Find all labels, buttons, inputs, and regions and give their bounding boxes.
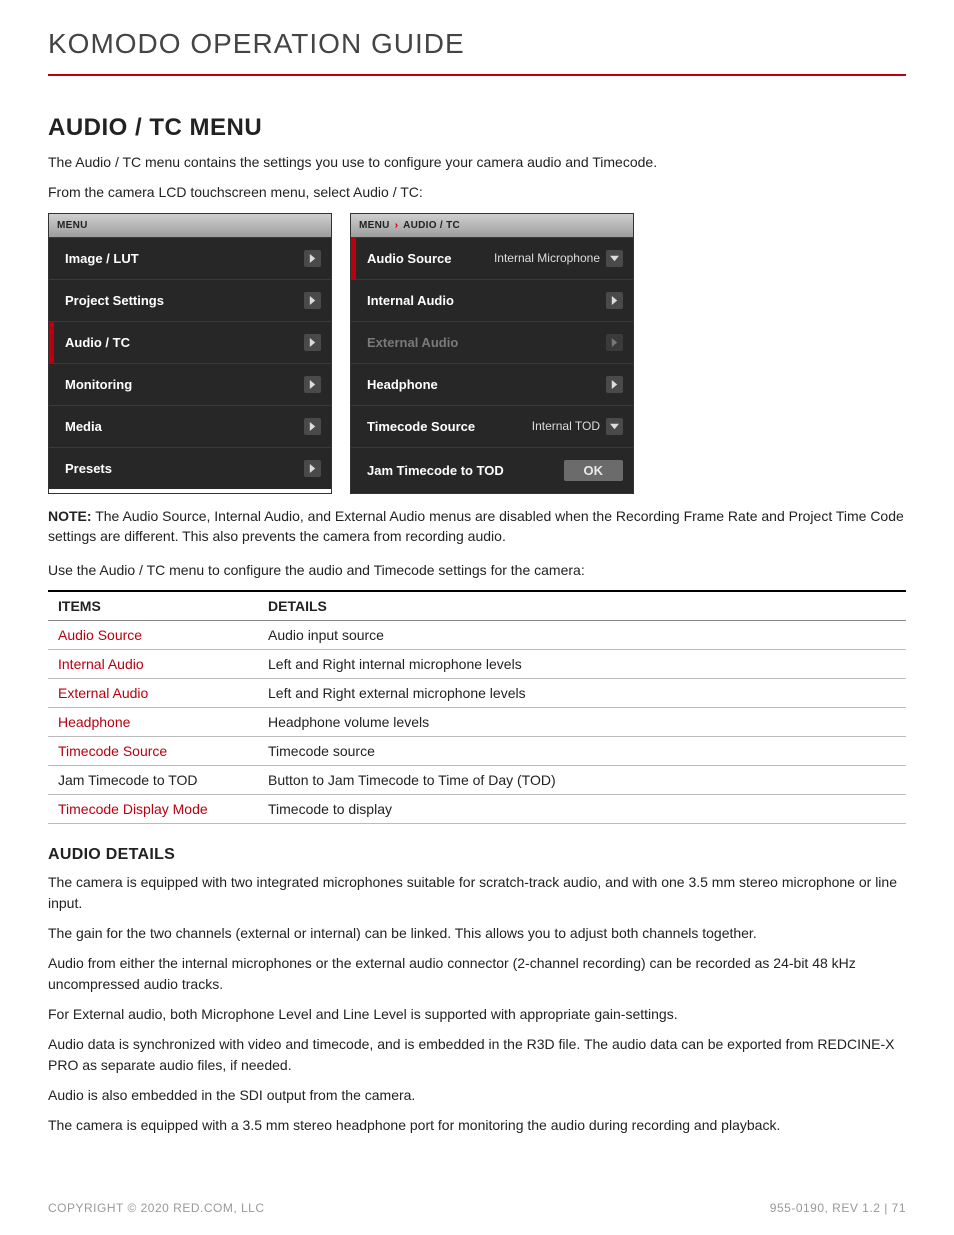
menu-item-timecode-source[interactable]: Timecode Source Internal TOD <box>351 405 633 447</box>
use-text: Use the Audio / TC menu to configure the… <box>48 560 906 580</box>
chevron-right-icon <box>304 460 321 477</box>
table-detail: Button to Jam Timecode to Time of Day (T… <box>258 766 906 795</box>
table-item-link[interactable]: Internal Audio <box>48 650 258 679</box>
chevron-right-icon <box>606 334 623 351</box>
menu-panel-main: MENU Image / LUT Project Settings Audio … <box>48 213 332 494</box>
menu-item-label: Audio Source <box>367 251 494 266</box>
menu-item-external-audio: External Audio <box>351 321 633 363</box>
table-row: Audio SourceAudio input source <box>48 621 906 650</box>
menu-item-value: Internal TOD <box>532 419 600 433</box>
table-row: HeadphoneHeadphone volume levels <box>48 708 906 737</box>
breadcrumb-leaf: AUDIO / TC <box>403 220 460 231</box>
header-rule <box>48 74 906 76</box>
table-item-link[interactable]: Audio Source <box>48 621 258 650</box>
table-item-link[interactable]: Headphone <box>48 708 258 737</box>
menu-item-label: Audio / TC <box>65 335 304 350</box>
footer-copyright: COPYRIGHT © 2020 RED.COM, LLC <box>48 1201 265 1215</box>
chevron-right-icon <box>304 292 321 309</box>
menu-screenshots-row: MENU Image / LUT Project Settings Audio … <box>48 213 906 494</box>
table-detail: Left and Right internal microphone level… <box>258 650 906 679</box>
ok-button[interactable]: OK <box>564 460 624 481</box>
table-detail: Timecode to display <box>258 795 906 824</box>
menu-item-audio-source[interactable]: Audio Source Internal Microphone <box>351 237 633 279</box>
breadcrumb: MENU › AUDIO / TC <box>351 214 633 237</box>
menu-item-label: Media <box>65 419 304 434</box>
table-item-link[interactable]: Timecode Display Mode <box>48 795 258 824</box>
table-item-link[interactable]: External Audio <box>48 679 258 708</box>
audio-details-p5: Audio data is synchronized with video an… <box>48 1034 906 1075</box>
breadcrumb-separator-icon: › <box>395 220 399 231</box>
menu-item-label: Jam Timecode to TOD <box>367 463 564 478</box>
menu-item-image-lut[interactable]: Image / LUT <box>49 237 331 279</box>
table-detail: Audio input source <box>258 621 906 650</box>
audio-details-p3: Audio from either the internal microphon… <box>48 953 906 994</box>
table-item: Jam Timecode to TOD <box>48 766 258 795</box>
note-text: NOTE: The Audio Source, Internal Audio, … <box>48 506 906 547</box>
chevron-down-icon <box>606 418 623 435</box>
intro-text-1: The Audio / TC menu contains the setting… <box>48 152 906 172</box>
menu-item-internal-audio[interactable]: Internal Audio <box>351 279 633 321</box>
note-prefix: NOTE: <box>48 508 92 524</box>
menu-header-main: MENU <box>49 214 331 237</box>
menu-item-project-settings[interactable]: Project Settings <box>49 279 331 321</box>
table-detail: Timecode source <box>258 737 906 766</box>
chevron-right-icon <box>606 376 623 393</box>
section-heading: AUDIO / TC MENU <box>48 114 906 142</box>
note-body: The Audio Source, Internal Audio, and Ex… <box>48 508 904 544</box>
table-row: Internal AudioLeft and Right internal mi… <box>48 650 906 679</box>
audio-details-heading: AUDIO DETAILS <box>48 846 906 864</box>
menu-item-label: Monitoring <box>65 377 304 392</box>
table-row: External AudioLeft and Right external mi… <box>48 679 906 708</box>
chevron-right-icon <box>304 334 321 351</box>
menu-item-value: Internal Microphone <box>494 251 600 265</box>
table-item-link[interactable]: Timecode Source <box>48 737 258 766</box>
menu-panel-audio-tc: MENU › AUDIO / TC Audio Source Internal … <box>350 213 634 494</box>
breadcrumb-root: MENU <box>359 220 390 231</box>
chevron-right-icon <box>606 292 623 309</box>
items-details-table: ITEMS DETAILS Audio SourceAudio input so… <box>48 590 906 824</box>
menu-item-label: Headphone <box>367 377 606 392</box>
menu-item-label: External Audio <box>367 335 606 350</box>
table-detail: Left and Right external microphone level… <box>258 679 906 708</box>
audio-details-p1: The camera is equipped with two integrat… <box>48 872 906 913</box>
intro-text-2: From the camera LCD touchscreen menu, se… <box>48 182 906 202</box>
menu-item-audio-tc[interactable]: Audio / TC <box>49 321 331 363</box>
chevron-down-icon <box>606 250 623 267</box>
chevron-right-icon <box>304 418 321 435</box>
menu-item-headphone[interactable]: Headphone <box>351 363 633 405</box>
footer-docinfo: 955-0190, REV 1.2 | 71 <box>770 1201 906 1215</box>
table-row: Jam Timecode to TODButton to Jam Timecod… <box>48 766 906 795</box>
table-head-details: DETAILS <box>258 591 906 621</box>
audio-details-p6: Audio is also embedded in the SDI output… <box>48 1085 906 1105</box>
menu-item-jam-timecode: Jam Timecode to TOD OK <box>351 447 633 493</box>
menu-item-presets[interactable]: Presets <box>49 447 331 489</box>
page-header-title: KOMODO OPERATION GUIDE <box>48 28 906 74</box>
menu-item-label: Presets <box>65 461 304 476</box>
page-footer: COPYRIGHT © 2020 RED.COM, LLC 955-0190, … <box>48 1201 906 1215</box>
menu-item-monitoring[interactable]: Monitoring <box>49 363 331 405</box>
chevron-right-icon <box>304 250 321 267</box>
menu-item-media[interactable]: Media <box>49 405 331 447</box>
menu-item-label: Internal Audio <box>367 293 606 308</box>
audio-details-p7: The camera is equipped with a 3.5 mm ste… <box>48 1115 906 1135</box>
chevron-right-icon <box>304 376 321 393</box>
audio-details-p4: For External audio, both Microphone Leve… <box>48 1004 906 1024</box>
table-row: Timecode SourceTimecode source <box>48 737 906 766</box>
table-detail: Headphone volume levels <box>258 708 906 737</box>
menu-item-label: Project Settings <box>65 293 304 308</box>
menu-item-label: Timecode Source <box>367 419 532 434</box>
menu-item-label: Image / LUT <box>65 251 304 266</box>
table-row: Timecode Display ModeTimecode to display <box>48 795 906 824</box>
audio-details-p2: The gain for the two channels (external … <box>48 923 906 943</box>
table-head-items: ITEMS <box>48 591 258 621</box>
